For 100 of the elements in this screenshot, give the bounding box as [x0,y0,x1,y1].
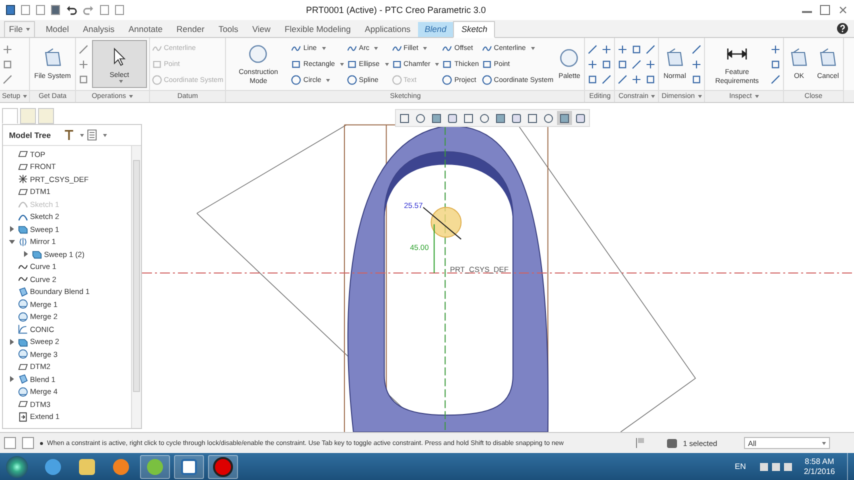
plane-icon [18,399,28,410]
expand-arrow-icon[interactable] [24,251,28,258]
expand-arrow-icon[interactable] [8,240,14,244]
merge-icon [18,349,28,360]
tool-icon[interactable] [587,74,598,84]
sweep-icon [18,336,28,347]
view-toolbar-button[interactable] [397,111,412,125]
sweep-icon [32,249,42,260]
sweep-icon [18,224,28,234]
bullet-icon [40,442,43,444]
view-toolbar-button[interactable] [461,111,476,125]
view-toolbar-button[interactable] [509,111,524,125]
tool-icon[interactable] [631,44,642,54]
tool-icon[interactable] [587,58,598,70]
tool-icon[interactable] [691,58,702,70]
clock[interactable]: 8:58 AM 2/1/2016 [804,456,835,476]
view-toolbar-button[interactable] [573,111,588,125]
tool-icon[interactable] [2,58,13,70]
tool-icon [817,47,839,69]
ribbon-tab[interactable]: Applications [358,22,418,37]
curve-icon [346,43,357,53]
scrollbar[interactable] [131,146,141,428]
restore-button[interactable] [820,5,830,15]
rectangle-icon [482,59,492,69]
tool-icon[interactable] [2,44,13,54]
view-toolbar-button[interactable] [557,111,572,125]
ribbon-tab[interactable]: Flexible Modeling [278,22,358,37]
tool-icon[interactable] [78,58,89,70]
tool-icon[interactable] [631,58,642,70]
new-file-icon[interactable] [21,5,30,15]
regenerate-icon[interactable] [100,5,109,15]
app-taskbar-icon[interactable] [140,454,170,478]
open-file-icon[interactable] [36,5,45,15]
curve-icon [442,43,452,53]
merge-icon [18,386,28,397]
expand-arrow-icon[interactable] [10,376,14,382]
browser-toggle-icon[interactable] [22,437,34,449]
sketch-icon [18,199,28,210]
start-button[interactable] [6,456,28,478]
tool-icon[interactable] [770,74,781,84]
mirror-icon [18,236,28,247]
windows-icon[interactable] [115,5,124,15]
selected-circle[interactable] [430,206,462,238]
tool-icon[interactable] [691,44,702,54]
axes-icon [18,174,28,184]
tool-icon[interactable] [617,44,628,54]
tool-icon [247,42,270,64]
tool-icon[interactable] [78,74,89,84]
ribbon-tab[interactable]: View [245,22,278,37]
tool-icon[interactable] [617,58,628,70]
merge-icon [18,299,28,310]
curve-icon [291,43,302,53]
surface-icon [18,286,28,297]
tools-icon[interactable] [64,129,74,141]
tool-icon[interactable] [645,74,656,84]
tool-icon[interactable] [645,58,656,70]
binoculars-icon[interactable] [667,438,677,448]
ribbon-tab[interactable]: Sketch [453,21,496,38]
redo-icon[interactable] [83,4,94,16]
tool-icon[interactable] [617,74,628,84]
ribbon-tab[interactable]: Render [170,22,212,37]
tool-icon[interactable] [587,44,598,54]
tool-icon [558,47,580,69]
extend-icon [18,412,28,422]
expand-arrow-icon[interactable] [10,226,14,232]
curve-icon [482,43,492,53]
tool-icon[interactable] [631,74,642,84]
curve-icon [392,43,402,53]
tool-icon[interactable] [78,44,89,54]
record-taskbar-icon[interactable] [208,454,238,478]
tree-toggle-icon[interactable] [4,437,16,449]
expand-arrow-icon[interactable] [10,338,14,345]
tool-icon[interactable] [691,74,702,84]
undo-icon[interactable] [66,4,77,16]
tool-icon[interactable] [2,74,13,84]
view-toolbar-button[interactable] [525,111,540,125]
flag-icon[interactable] [636,438,645,448]
list-icon[interactable] [86,129,97,141]
language-indicator[interactable]: EN [734,462,746,471]
view-toolbar-button[interactable] [445,111,460,125]
ribbon-tab[interactable]: Blend [418,22,454,37]
rectangle-icon [346,59,357,69]
tool-icon[interactable] [601,74,612,84]
help-icon[interactable] [837,23,848,34]
ribbon-tab[interactable]: Annotate [122,22,170,37]
ribbon-tab[interactable]: Tools [211,22,246,37]
window-taskbar-icon[interactable] [174,454,204,478]
view-toolbar-button[interactable] [429,111,444,125]
ribbon-tab[interactable]: File [4,21,35,37]
tool-icon[interactable] [601,44,612,54]
tool-icon[interactable] [645,44,656,54]
ribbon-tab[interactable]: Analysis [76,22,122,37]
ribbon-tab[interactable]: Model [38,22,76,37]
tool-icon[interactable] [601,58,612,70]
rectangle-icon [392,59,402,69]
plane-icon [18,362,28,372]
tool-icon[interactable] [770,44,781,54]
close-icon[interactable] [838,5,848,15]
tool-icon[interactable] [770,58,781,70]
view-toolbar-button[interactable] [493,111,508,125]
